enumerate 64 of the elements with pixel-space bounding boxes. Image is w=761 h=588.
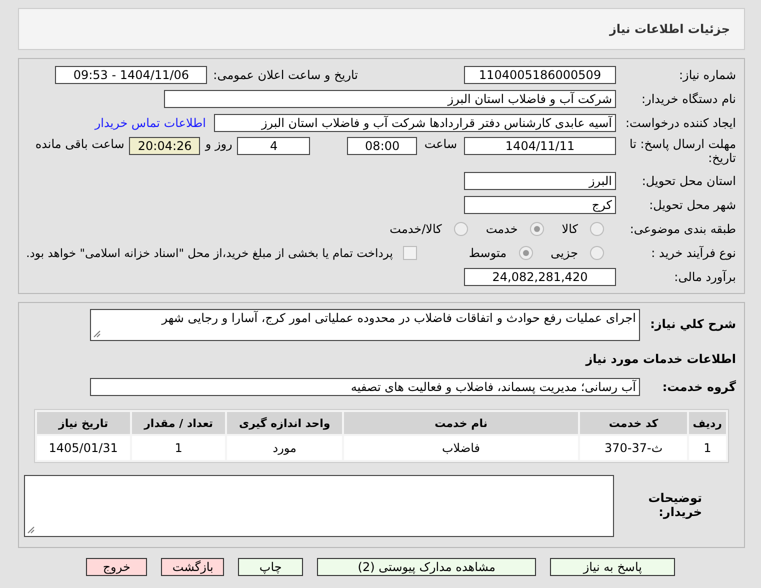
description-field[interactable]: اجرای عملیات رفع حوادث و اتفاقات فاضلاب در محدوده عملیاتی امور کرج، آسارا و رجایی شهر bbox=[90, 309, 640, 341]
radio-button[interactable] bbox=[454, 222, 468, 236]
column-header: کد خدمت bbox=[580, 412, 687, 434]
table-cell: 1 bbox=[132, 436, 226, 460]
field-label: نوع فرآیند خرید : bbox=[650, 246, 737, 260]
field-label: برآورد مالی: bbox=[673, 270, 737, 284]
input-field[interactable]: 4 bbox=[237, 137, 310, 155]
buyer-contact-link[interactable]: اطلاعات تماس خریدار bbox=[94, 116, 206, 130]
input-field[interactable]: البرز bbox=[464, 172, 616, 190]
remaining-label: ساعت باقی مانده bbox=[35, 137, 124, 151]
input-field[interactable]: کرج bbox=[464, 196, 616, 214]
field-label: مهلت ارسال پاسخ: تا تاریخ: bbox=[628, 137, 737, 166]
radio-label: کالا/خدمت bbox=[390, 222, 442, 236]
column-header: واحد اندازه گیری bbox=[227, 412, 342, 434]
action-button[interactable]: چاپ bbox=[238, 558, 303, 576]
column-header: تاریخ نیاز bbox=[37, 412, 130, 434]
input-field[interactable]: آب رسانی؛ مدیریت پسماند، فاضلاب و فعالیت های تصفیه bbox=[90, 378, 640, 396]
days-label: روز و bbox=[205, 137, 232, 151]
field-label: شهر محل تحویل: bbox=[648, 198, 737, 212]
time-label: ساعت bbox=[424, 137, 457, 151]
field-label: ایجاد کننده درخواست: bbox=[624, 116, 737, 130]
input-field[interactable]: 08:00 bbox=[347, 137, 418, 155]
radio-button[interactable] bbox=[530, 222, 544, 236]
radio-button[interactable] bbox=[518, 246, 533, 260]
column-header: نام خدمت bbox=[344, 412, 578, 434]
input-field[interactable]: 1404/11/06 - 09:53 bbox=[55, 66, 208, 84]
input-field[interactable]: 24,082,281,420 bbox=[464, 268, 616, 286]
action-button[interactable]: بازگشت bbox=[161, 558, 224, 576]
field-label: نام دستگاه خریدار: bbox=[640, 92, 737, 106]
checkbox[interactable] bbox=[402, 246, 417, 260]
radio-label: کالا bbox=[562, 222, 578, 236]
table-cell: ث-37-370 bbox=[580, 436, 687, 460]
input-field[interactable]: آسیه عابدی کارشناس دفتر قراردادها شرکت آب و فاضلاب استان البرز bbox=[214, 114, 616, 132]
action-button[interactable]: خروج bbox=[86, 558, 148, 576]
radio-label: متوسط bbox=[468, 246, 507, 260]
action-button[interactable]: پاسخ به نیاز bbox=[550, 558, 675, 576]
table-cell: فاضلاب bbox=[344, 436, 578, 460]
input-field[interactable]: شرکت آب و فاضلاب استان البرز bbox=[164, 90, 616, 108]
column-header: تعداد / مقدار bbox=[132, 412, 226, 434]
radio-button[interactable] bbox=[590, 222, 604, 236]
field-label: شرح كلي نياز: bbox=[649, 316, 737, 332]
field-label: شماره نیاز: bbox=[678, 68, 737, 82]
resize-grip-icon bbox=[93, 330, 101, 338]
field-label: طبقه بندی موضوعی: bbox=[628, 222, 737, 236]
field-label: اطلاعات خدمات مورد نیاز bbox=[584, 352, 737, 366]
input-field[interactable]: 1404/11/11 bbox=[464, 137, 616, 155]
column-header: ردیف bbox=[688, 412, 726, 434]
table-cell: مورد bbox=[227, 436, 342, 460]
field-label: گروه خدمت: bbox=[661, 380, 737, 394]
remaining-time: 20:04:26 bbox=[129, 137, 200, 155]
treasury-note: پرداخت تمام یا بخشی از مبلغ خرید،از محل "اسناد خزانه اسلامی" خواهد بود. bbox=[26, 246, 393, 260]
page-title: جزئیات اطلاعات نیاز bbox=[609, 22, 730, 36]
table-cell: 1 bbox=[688, 436, 726, 460]
action-button[interactable]: مشاهده مدارک پیوستی (2) bbox=[316, 558, 536, 576]
resize-grip-icon bbox=[27, 526, 35, 534]
field-label: استان محل تحویل: bbox=[640, 174, 737, 188]
radio-label: خدمت bbox=[486, 222, 518, 236]
radio-button[interactable] bbox=[590, 246, 604, 260]
field-label: تاریخ و ساعت اعلان عمومی: bbox=[213, 68, 358, 82]
input-field[interactable]: 1104005186000509 bbox=[464, 66, 616, 84]
field-label: توضیحات خریدار: bbox=[647, 490, 703, 520]
table-cell: 1405/01/31 bbox=[37, 436, 130, 460]
buyer-notes-field[interactable] bbox=[24, 475, 614, 537]
radio-label: جزیی bbox=[550, 246, 578, 260]
